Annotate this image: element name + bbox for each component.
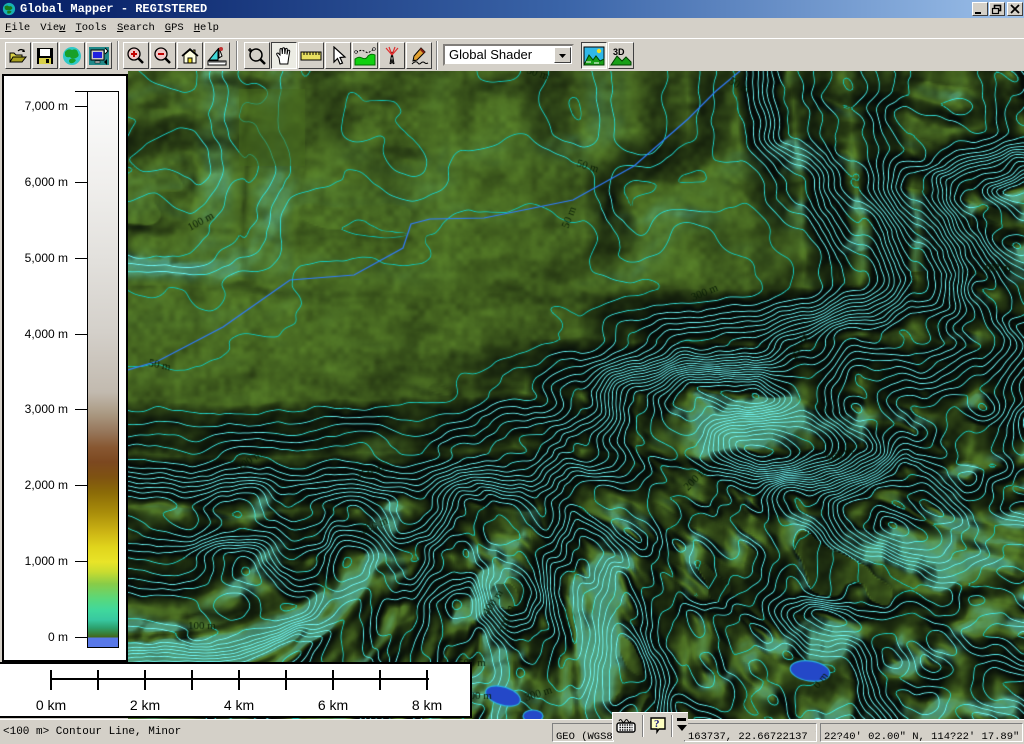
svg-text:3D: 3D (613, 47, 625, 57)
svg-text:?: ? (654, 718, 660, 730)
